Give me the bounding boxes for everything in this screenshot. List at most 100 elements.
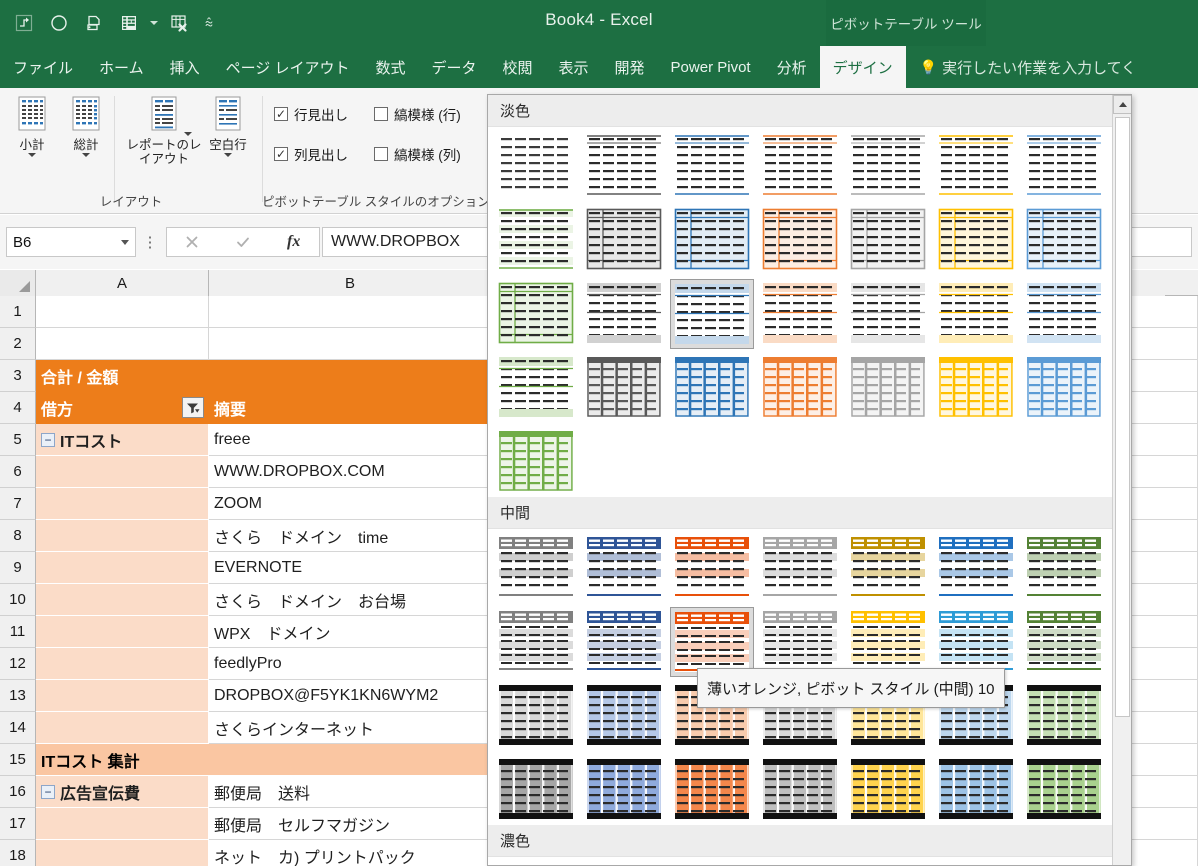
row-header[interactable]: 15 [0, 744, 36, 776]
pivot-style-thumbnail[interactable] [582, 681, 666, 751]
pivot-style-thumbnail[interactable] [934, 279, 1018, 349]
circle-icon[interactable] [43, 7, 75, 39]
cell-b11[interactable]: WPX ドメイン [209, 616, 492, 648]
cell-b6[interactable]: WWW.DROPBOX.COM [209, 456, 492, 488]
cell-a5[interactable]: − ITコスト [36, 424, 209, 456]
row-header[interactable]: 1 [0, 296, 36, 328]
pivot-style-thumbnail[interactable] [1022, 607, 1106, 677]
pivot-style-thumbnail[interactable] [670, 755, 754, 825]
cell-b1[interactable] [209, 296, 492, 328]
row-header[interactable]: 5 [0, 424, 36, 456]
pivot-style-thumbnail[interactable] [582, 755, 666, 825]
pivot-table-dropdown-caret[interactable] [148, 7, 160, 39]
pivot-style-thumbnail[interactable] [494, 755, 578, 825]
pivot-style-thumbnail[interactable] [758, 205, 842, 275]
pivot-style-thumbnail[interactable] [670, 607, 754, 677]
name-box[interactable]: B6 [6, 227, 136, 257]
pivot-style-thumbnail[interactable] [1022, 755, 1106, 825]
insert-function-icon[interactable]: fx [268, 228, 319, 256]
pivot-style-thumbnail[interactable] [846, 861, 930, 865]
pivot-style-thumbnail[interactable] [1022, 533, 1106, 603]
pivot-style-thumbnail[interactable] [758, 861, 842, 865]
cell-b16[interactable]: 郵便局 送料 [209, 776, 492, 808]
cell-b10[interactable]: さくら ドメイン お台場 [209, 584, 492, 616]
pivot-style-thumbnail[interactable] [582, 353, 666, 423]
pivot-style-thumbnail[interactable] [934, 607, 1018, 677]
cell-b12[interactable]: feedlyPro [209, 648, 492, 680]
row-header[interactable]: 9 [0, 552, 36, 584]
pivot-style-thumbnail[interactable] [670, 279, 754, 349]
pivot-style-thumbnail[interactable] [846, 205, 930, 275]
pivot-style-thumbnail[interactable] [670, 131, 754, 201]
pivot-style-thumbnail[interactable] [582, 607, 666, 677]
tab-power-pivot[interactable]: Power Pivot [658, 46, 764, 88]
cell-a1[interactable] [36, 296, 209, 328]
row-header[interactable]: 4 [0, 392, 36, 424]
tab-page-layout[interactable]: ページ レイアウト [213, 46, 363, 88]
cell-b18[interactable]: ネット カ) プリントパック [209, 840, 492, 866]
chevron-down-icon[interactable] [28, 153, 36, 157]
pivot-style-thumbnail[interactable] [494, 607, 578, 677]
cell-a6[interactable] [36, 456, 209, 488]
pivot-style-thumbnail[interactable] [846, 755, 930, 825]
cell-b9[interactable]: EVERNOTE [209, 552, 492, 584]
pivot-subtotal-row[interactable]: ITコスト 集計 [36, 744, 492, 776]
collapse-minus-icon[interactable]: − [41, 784, 55, 799]
pivot-style-thumbnail[interactable] [934, 861, 1018, 865]
pivot-style-thumbnail[interactable] [758, 353, 842, 423]
pivot-style-thumbnail[interactable] [758, 533, 842, 603]
cell-a18[interactable] [36, 840, 209, 866]
banded-columns-checkbox[interactable]: 縞模様 (列) [374, 144, 461, 164]
pivot-style-thumbnail[interactable] [934, 205, 1018, 275]
pivot-style-thumbnail[interactable] [846, 353, 930, 423]
cell-a13[interactable] [36, 680, 209, 712]
pivot-style-thumbnail[interactable] [582, 533, 666, 603]
cell-a16[interactable]: − 広告宣伝費 [36, 776, 209, 808]
chevron-down-icon[interactable] [82, 153, 90, 157]
cell-b14[interactable]: さくらインターネット [209, 712, 492, 744]
enter-icon[interactable] [218, 228, 269, 256]
cell-b17[interactable]: 郵便局 セルフマガジン [209, 808, 492, 840]
pivot-style-thumbnail[interactable] [582, 861, 666, 865]
pivot-style-thumbnail[interactable] [494, 681, 578, 751]
subtotals-button[interactable]: 小計 [4, 94, 60, 157]
cell-a7[interactable] [36, 488, 209, 520]
clear-filter-icon[interactable] [163, 7, 195, 39]
collapse-minus-icon[interactable]: − [41, 432, 55, 447]
pivot-style-thumbnail[interactable] [1022, 131, 1106, 201]
pivot-style-thumbnail[interactable] [934, 533, 1018, 603]
tab-design[interactable]: デザイン [819, 46, 906, 88]
select-all-corner[interactable] [0, 270, 36, 296]
pivot-value-field-header[interactable]: 合計 / 金額 [36, 360, 492, 392]
pivot-style-thumbnail[interactable] [670, 205, 754, 275]
pivot-style-thumbnail[interactable] [846, 131, 930, 201]
customize-qat-icon[interactable] [198, 7, 220, 39]
cell-a12[interactable] [36, 648, 209, 680]
pivot-table-icon[interactable] [113, 7, 145, 39]
cell-a14[interactable] [36, 712, 209, 744]
pivot-style-thumbnail[interactable] [494, 131, 578, 201]
cell-a8[interactable] [36, 520, 209, 552]
tab-formulas[interactable]: 数式 [362, 46, 418, 88]
cell-a2[interactable] [36, 328, 209, 360]
cancel-icon[interactable] [167, 228, 218, 256]
pivot-style-thumbnail[interactable] [1022, 353, 1106, 423]
pivot-style-thumbnail[interactable] [758, 607, 842, 677]
pivot-style-thumbnail[interactable] [1022, 279, 1106, 349]
scroll-up-arrow-icon[interactable] [1113, 95, 1131, 114]
cell-a17[interactable] [36, 808, 209, 840]
pivot-style-thumbnail[interactable] [582, 131, 666, 201]
gallery-scrollbar[interactable] [1112, 95, 1131, 865]
tab-file[interactable]: ファイル [0, 46, 86, 88]
tab-insert[interactable]: 挿入 [157, 46, 213, 88]
filter-icon[interactable] [182, 397, 204, 418]
pivot-column-field-header[interactable]: 摘要 [209, 392, 492, 424]
pivot-style-thumbnail[interactable] [670, 353, 754, 423]
column-headers-checkbox[interactable]: 列見出し [274, 144, 348, 164]
pivot-style-thumbnail[interactable] [494, 205, 578, 275]
chevron-down-icon[interactable] [184, 132, 192, 136]
tell-me-search-box[interactable]: 💡 実行したい作業を入力してく [906, 46, 1137, 88]
pivot-style-thumbnail[interactable] [758, 131, 842, 201]
cell-b5[interactable]: freee [209, 424, 492, 456]
pivot-style-thumbnail[interactable] [670, 861, 754, 865]
